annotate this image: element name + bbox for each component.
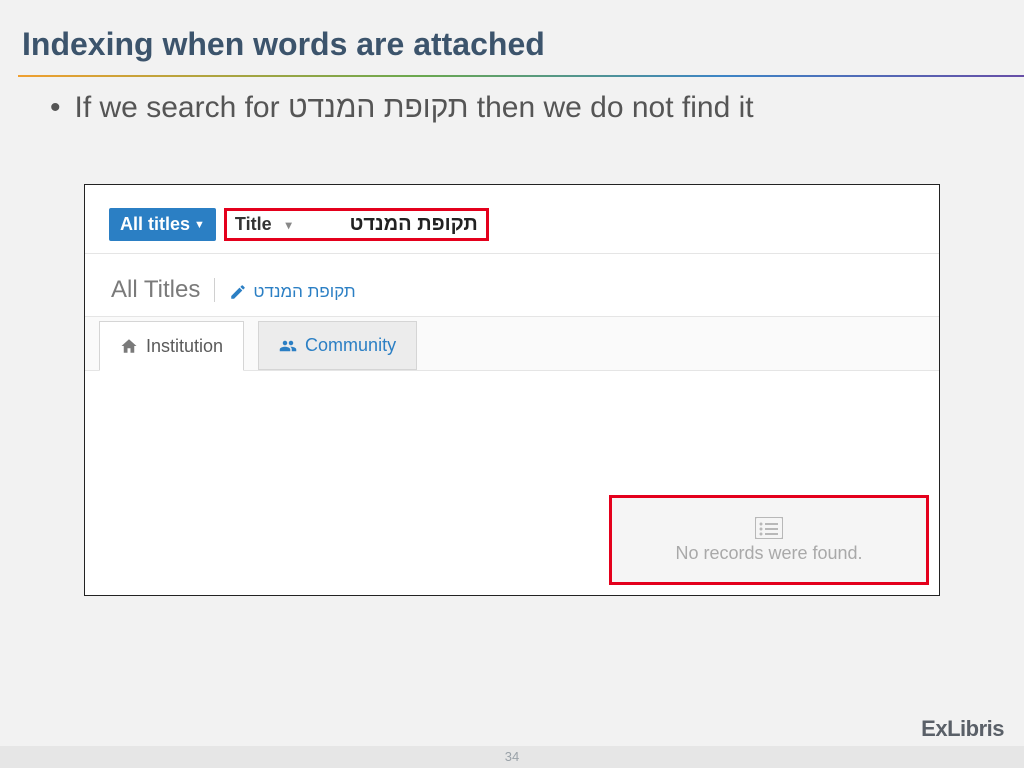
- scope-label: All titles: [120, 214, 190, 235]
- tab-community[interactable]: Community: [258, 321, 417, 370]
- search-ui-screenshot: All titles ▼ Title ▾ תקופת המנדט All Tit…: [84, 184, 940, 596]
- bullet-text-post: then we do not find it: [468, 91, 753, 124]
- results-heading: All Titles: [111, 276, 200, 304]
- list-icon: [755, 517, 783, 539]
- home-icon: [120, 337, 138, 355]
- caret-down-icon: ▼: [194, 219, 205, 231]
- logo-part2: Libris: [947, 716, 1004, 741]
- results-term-text: תקופת המנדט: [253, 282, 355, 302]
- tab-community-label: Community: [305, 335, 396, 356]
- search-bar: All titles ▼ Title ▾ תקופת המנדט: [85, 185, 939, 241]
- scope-dropdown[interactable]: All titles ▼: [109, 208, 216, 241]
- no-records-panel: No records were found.: [609, 495, 929, 585]
- results-header: All Titles תקופת המנדט: [85, 254, 939, 316]
- tab-bar: Institution Community: [85, 316, 939, 371]
- page-number: 34: [0, 746, 1024, 768]
- search-input[interactable]: תקופת המנדט: [316, 213, 478, 236]
- bullet-text-hebrew: תקופת המנדט: [288, 91, 468, 124]
- bullet-list: • If we search for תקופת המנדט then we d…: [0, 77, 1024, 129]
- results-term-chip[interactable]: תקופת המנדט: [229, 282, 355, 302]
- exlibris-logo: ExLibris: [921, 716, 1004, 742]
- people-icon: [279, 337, 297, 355]
- caret-down-icon: ▾: [286, 218, 292, 232]
- slide-title: Indexing when words are attached: [0, 0, 1024, 75]
- bullet-text-pre: If we search for: [75, 91, 288, 124]
- tab-institution[interactable]: Institution: [99, 321, 244, 371]
- no-records-text: No records were found.: [675, 543, 862, 564]
- logo-part1: Ex: [921, 716, 947, 741]
- tab-institution-label: Institution: [146, 336, 223, 357]
- search-highlight-box: Title ▾ תקופת המנדט: [224, 208, 489, 241]
- bullet-dot-icon: •: [50, 87, 61, 129]
- field-dropdown[interactable]: Title ▾: [235, 214, 316, 235]
- bullet-text: If we search for תקופת המנדט then we do …: [75, 87, 754, 129]
- vertical-divider: [214, 278, 215, 302]
- bullet-item: • If we search for תקופת המנדט then we d…: [50, 87, 974, 129]
- pencil-icon: [229, 283, 247, 301]
- field-label: Title: [235, 214, 272, 235]
